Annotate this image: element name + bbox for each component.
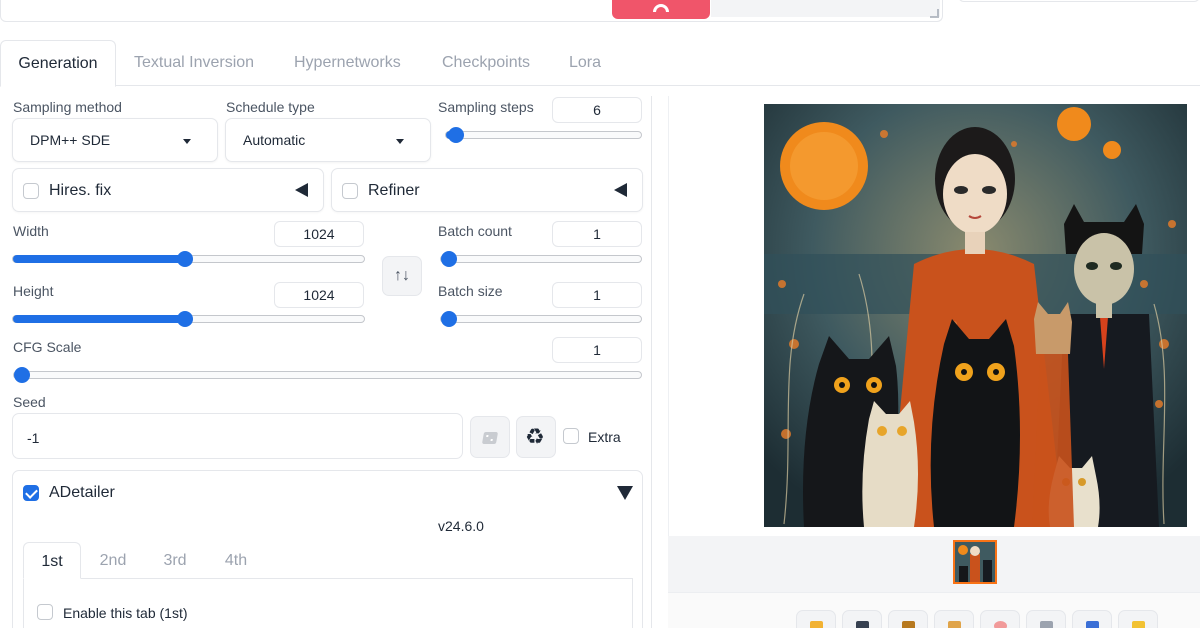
adetailer-tab-2nd[interactable]: 2nd: [90, 542, 136, 579]
triangle-icon: [1040, 621, 1053, 628]
folder-icon: [810, 621, 823, 628]
cfg-scale-label: CFG Scale: [13, 339, 82, 355]
adetailer-send-button[interactable]: [1118, 610, 1158, 628]
triangle-left-icon[interactable]: [295, 183, 308, 197]
triangle-left-icon[interactable]: [614, 183, 627, 197]
slider-thumb[interactable]: [441, 311, 457, 327]
batch-size-input[interactable]: 1: [552, 282, 642, 308]
slider-fill: [13, 315, 185, 323]
cfg-scale-slider[interactable]: [13, 367, 642, 383]
enable-tab-label: Enable this tab (1st): [63, 605, 188, 621]
batch-size-label: Batch size: [438, 283, 503, 299]
open-folder-button[interactable]: [796, 610, 836, 628]
extra-seed-checkbox[interactable]: [563, 428, 579, 444]
tab-lora[interactable]: Lora: [569, 40, 601, 86]
batch-size-slider[interactable]: [440, 311, 642, 327]
image-icon: [948, 621, 961, 628]
sparkle-icon: [1132, 621, 1145, 628]
height-input[interactable]: 1024: [274, 282, 364, 308]
tab-checkpoints[interactable]: Checkpoints: [442, 40, 530, 86]
adetailer-version: v24.6.0: [438, 518, 484, 534]
batch-count-label: Batch count: [438, 223, 512, 239]
triangle-down-icon[interactable]: [617, 486, 633, 500]
batch-count-slider[interactable]: [440, 251, 642, 267]
zip-button[interactable]: [888, 610, 928, 628]
generated-image[interactable]: [764, 104, 1187, 527]
styles-panel: [958, 0, 1200, 2]
gallery-thumbnail[interactable]: [953, 540, 997, 584]
slider-thumb[interactable]: [176, 311, 193, 327]
prompt-textarea[interactable]: [0, 0, 943, 22]
interrupt-button[interactable]: [612, 0, 710, 19]
refiner-accordion[interactable]: Refiner: [331, 168, 643, 212]
chevron-down-icon: [396, 139, 404, 144]
sampling-steps-label: Sampling steps: [438, 99, 534, 115]
adetailer-label: ADetailer: [49, 484, 115, 501]
hires-fix-label: Hires. fix: [49, 182, 112, 199]
cfg-scale-input[interactable]: 1: [552, 337, 642, 363]
stop-icon: [653, 3, 669, 12]
slider-thumb[interactable]: [14, 367, 30, 383]
tab-generation[interactable]: Generation: [0, 40, 116, 87]
slider-fill: [13, 255, 185, 263]
ruler-icon: [1086, 621, 1099, 628]
main-tabs: Generation Textual Inversion Hypernetwor…: [0, 40, 1200, 87]
adetailer-checkbox[interactable]: [23, 485, 39, 501]
adetailer-tab-4th[interactable]: 4th: [213, 542, 259, 579]
schedule-type-value: Automatic: [243, 132, 306, 148]
reuse-seed-button[interactable]: ♻: [516, 416, 556, 458]
refiner-checkbox[interactable]: [342, 183, 358, 199]
sampling-steps-input[interactable]: 6: [552, 97, 642, 123]
sampling-method-label: Sampling method: [13, 99, 122, 115]
height-label: Height: [13, 283, 54, 299]
send-to-inpaint-button[interactable]: [980, 610, 1020, 628]
save-button[interactable]: [842, 610, 882, 628]
width-input[interactable]: 1024: [274, 221, 364, 247]
refiner-label: Refiner: [368, 182, 420, 199]
width-label: Width: [13, 223, 49, 239]
chevron-down-icon: [183, 139, 191, 144]
resize-handle-icon[interactable]: [930, 9, 939, 18]
schedule-type-dropdown[interactable]: Automatic: [225, 118, 431, 162]
hires-fix-checkbox[interactable]: [23, 183, 39, 199]
seed-label: Seed: [13, 394, 46, 410]
hires-fix-accordion[interactable]: Hires. fix: [12, 168, 324, 212]
batch-count-input[interactable]: 1: [552, 221, 642, 247]
thumbnail-image: [955, 542, 995, 582]
send-to-img2img-button[interactable]: [934, 610, 974, 628]
palette-icon: [994, 621, 1007, 628]
gallery-thumbnail-strip: [668, 536, 1200, 592]
upscale-button[interactable]: [1072, 610, 1112, 628]
width-slider[interactable]: [12, 251, 365, 267]
panel-divider: [651, 96, 652, 628]
clipboard-icon: [902, 621, 915, 628]
adetailer-tab-3rd[interactable]: 3rd: [152, 542, 198, 579]
sampling-steps-slider[interactable]: [445, 127, 642, 143]
height-slider[interactable]: [12, 311, 365, 327]
send-to-extras-button[interactable]: [1026, 610, 1066, 628]
save-icon: [856, 621, 869, 628]
slider-thumb[interactable]: [441, 251, 457, 267]
adetailer-tab-1st[interactable]: 1st: [23, 542, 81, 579]
random-seed-button[interactable]: [470, 416, 510, 458]
slider-thumb[interactable]: [176, 251, 193, 267]
sampling-method-dropdown[interactable]: DPM++ SDE: [12, 118, 218, 162]
dice-icon: [481, 432, 499, 444]
slider-thumb[interactable]: [447, 127, 464, 143]
sampling-method-value: DPM++ SDE: [30, 132, 111, 148]
tab-textual-inversion[interactable]: Textual Inversion: [134, 40, 254, 86]
seed-input[interactable]: -1: [12, 413, 463, 459]
recycle-icon: ♻: [525, 424, 545, 449]
enable-tab-checkbox[interactable]: [37, 604, 53, 620]
extra-seed-label: Extra: [588, 429, 621, 445]
tab-hypernetworks[interactable]: Hypernetworks: [294, 40, 401, 86]
swap-dimensions-button[interactable]: ↑↓: [382, 256, 422, 296]
schedule-type-label: Schedule type: [226, 99, 315, 115]
prompt-textarea-inner: [711, 0, 940, 17]
